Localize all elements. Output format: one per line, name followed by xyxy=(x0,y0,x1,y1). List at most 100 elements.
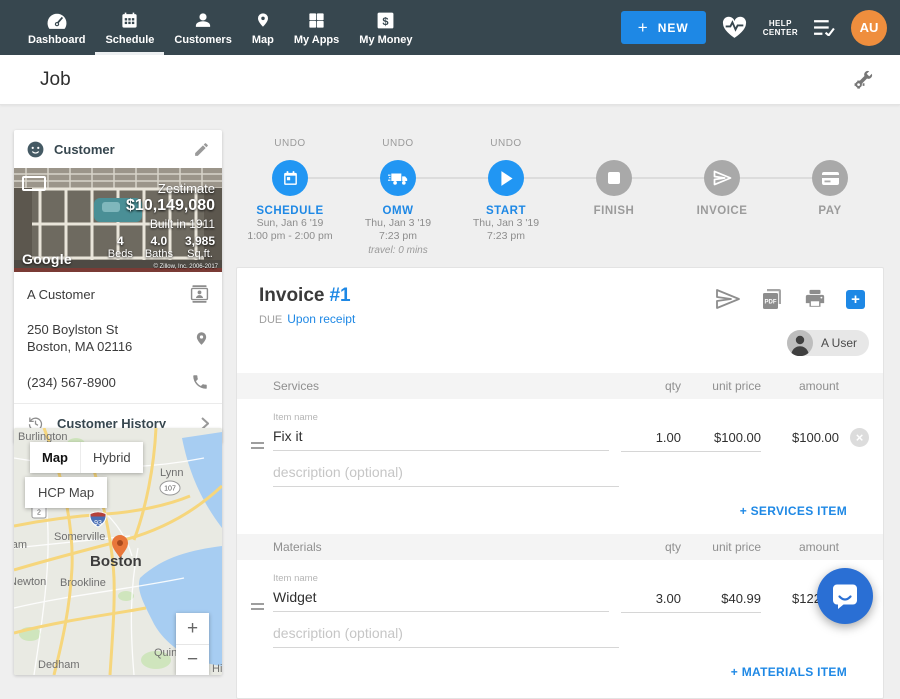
service-item-name-input[interactable] xyxy=(273,424,609,451)
add-invoice-button[interactable] xyxy=(846,290,865,309)
map-type-map-button[interactable]: Map xyxy=(30,442,80,473)
pay-step-button[interactable] xyxy=(812,160,848,196)
qty-column-header: qty xyxy=(621,540,681,554)
travel-time-note: travel: 0 mins xyxy=(368,245,427,256)
nav-item-dashboard[interactable]: Dashboard xyxy=(18,0,95,55)
schedule-step-button[interactable] xyxy=(272,160,308,196)
customer-name: A Customer xyxy=(27,286,180,303)
send-invoice-icon[interactable] xyxy=(715,288,741,310)
drag-handle-icon[interactable] xyxy=(251,600,273,613)
due-value[interactable]: Upon receipt xyxy=(287,312,355,326)
nav-item-my-apps[interactable]: My Apps xyxy=(284,0,349,55)
customer-address: 250 Boylston St Boston, MA 02116 xyxy=(27,321,184,355)
job-settings-icon[interactable] xyxy=(852,69,874,91)
due-label: DUE xyxy=(259,314,282,326)
customer-card: Customer Zestimate $10,149,080 Built in … xyxy=(14,130,222,443)
customer-address-row[interactable]: 250 Boylston St Boston, MA 02116 xyxy=(14,312,222,364)
material-qty-input[interactable] xyxy=(621,587,681,613)
undo-link[interactable]: UNDO xyxy=(274,138,305,152)
nav-item-map[interactable]: Map xyxy=(242,0,284,55)
contact-card-icon xyxy=(190,285,209,303)
task-list-icon[interactable] xyxy=(813,19,836,36)
health-heart-icon[interactable] xyxy=(721,16,748,39)
start-step-button[interactable] xyxy=(488,160,524,196)
pdf-icon[interactable]: PDF xyxy=(760,287,784,311)
drag-handle-icon[interactable] xyxy=(251,439,273,452)
nav-label: Map xyxy=(252,34,274,46)
map-type-hybrid-button[interactable]: Hybrid xyxy=(80,442,143,473)
credit-card-icon xyxy=(822,172,839,185)
timeline-step-omw: UNDO OMW Thu, Jan 3 '19 7:23 pm travel: … xyxy=(344,138,452,256)
print-icon[interactable] xyxy=(803,288,827,310)
customer-phone: (234) 567-8900 xyxy=(27,374,181,391)
undo-link[interactable]: UNDO xyxy=(490,138,521,152)
zoom-out-button[interactable]: − xyxy=(176,644,209,675)
help-line1: HELP xyxy=(763,19,798,28)
street-view-icon[interactable] xyxy=(22,176,46,191)
step-date: Thu, Jan 3 '19 xyxy=(365,217,431,230)
help-center-link[interactable]: HELP CENTER xyxy=(763,19,798,37)
item-name-label: Item name xyxy=(273,412,609,423)
chat-messenger-button[interactable] xyxy=(817,568,873,624)
omw-step-button[interactable] xyxy=(380,160,416,196)
map-label-newton: Newton xyxy=(14,576,46,588)
customer-card-header: Customer xyxy=(14,130,222,168)
delete-item-icon[interactable] xyxy=(850,428,869,447)
nav-label: My Money xyxy=(359,34,412,46)
finish-step-button[interactable] xyxy=(596,160,632,196)
hcp-map-button[interactable]: HCP Map xyxy=(25,477,107,508)
map-zoom-control: + − xyxy=(176,613,209,675)
material-unit-price-input[interactable] xyxy=(681,587,761,613)
stat-beds: 4Beds xyxy=(108,234,133,260)
property-stats: 4Beds 4.0Baths 3,985Sq.ft. xyxy=(108,234,215,260)
user-avatar[interactable]: AU xyxy=(851,10,887,46)
invoice-step-button[interactable] xyxy=(704,160,740,196)
step-label: FINISH xyxy=(594,205,635,217)
apps-grid-icon xyxy=(307,9,326,30)
assigned-user-name: A User xyxy=(821,336,857,350)
customer-name-row[interactable]: A Customer xyxy=(14,276,222,312)
invoice-number[interactable]: #1 xyxy=(329,285,350,306)
new-button[interactable]: NEW xyxy=(621,11,706,44)
material-description-input[interactable] xyxy=(273,621,619,648)
assigned-user-chip[interactable]: A User xyxy=(787,330,869,356)
zoom-in-button[interactable]: + xyxy=(176,613,209,644)
service-item-row: Item name $100.00 xyxy=(237,399,883,452)
map-card: Burlington Lynn Somerville Waltham Newto… xyxy=(14,428,222,675)
customer-face-icon xyxy=(26,140,45,159)
undo-link[interactable]: UNDO xyxy=(382,138,413,152)
primary-nav: Dashboard Schedule Customers Map My Apps xyxy=(0,0,422,55)
materials-section-header: Materials qty unit price amount xyxy=(237,534,883,560)
timeline-step-start: UNDO START Thu, Jan 3 '19 7:23 pm xyxy=(452,138,560,256)
nav-item-customers[interactable]: Customers xyxy=(164,0,241,55)
edit-pencil-icon[interactable] xyxy=(193,141,210,158)
nav-item-schedule[interactable]: Schedule xyxy=(95,0,164,55)
service-unit-price-input[interactable] xyxy=(681,426,761,452)
material-item-name-input[interactable] xyxy=(273,585,609,612)
calendar-icon xyxy=(282,170,299,187)
service-qty-input[interactable] xyxy=(621,426,681,452)
item-name-label: Item name xyxy=(273,573,609,584)
nav-item-my-money[interactable]: $ My Money xyxy=(349,0,422,55)
new-button-label: NEW xyxy=(658,21,689,35)
calendar-icon xyxy=(120,9,139,30)
add-materials-item-link[interactable]: + MATERIALS ITEM xyxy=(731,665,847,679)
page-header: Job xyxy=(0,55,900,105)
phone-icon xyxy=(191,373,209,391)
customer-card-title: Customer xyxy=(54,142,184,157)
service-description-input[interactable] xyxy=(273,460,619,487)
play-icon xyxy=(500,171,513,186)
nav-label: Dashboard xyxy=(28,34,85,46)
add-services-item-link[interactable]: + SERVICES ITEM xyxy=(740,504,847,518)
customer-phone-row[interactable]: (234) 567-8900 xyxy=(14,364,222,400)
map-label-somerville: Somerville xyxy=(54,531,105,543)
send-icon xyxy=(713,170,732,186)
qty-column-header: qty xyxy=(621,379,681,393)
invoice-card: Invoice#1 DUEUpon receipt PDF A User Ser… xyxy=(236,267,884,699)
google-watermark: Google xyxy=(22,251,72,267)
route-107-shield: 107 xyxy=(160,481,180,495)
timeline-step-finish: FINISH xyxy=(560,138,668,256)
svg-text:107: 107 xyxy=(164,486,176,493)
map-label-boston: Boston xyxy=(90,553,142,570)
stop-icon xyxy=(608,172,620,184)
